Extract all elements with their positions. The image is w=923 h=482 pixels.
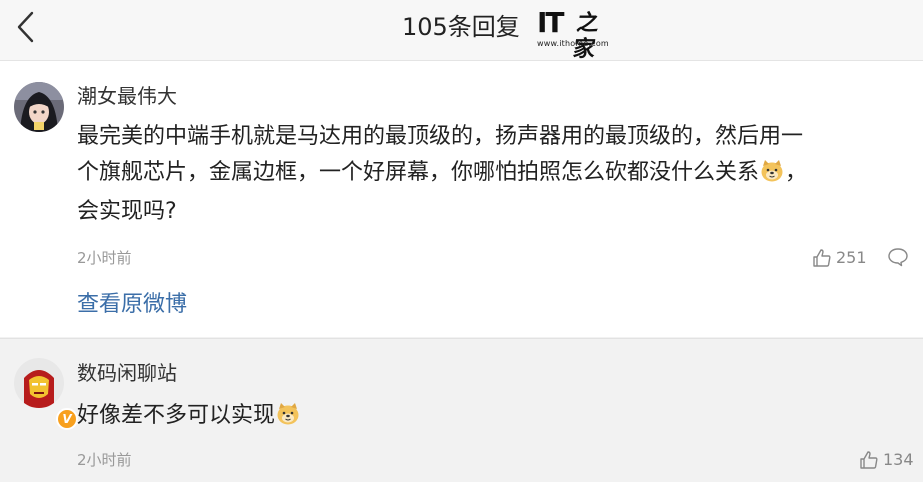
comment-line: 最完美的中端手机就是马达用的最顶级的，扬声器用的最顶级的，然后用一 [77,124,804,149]
doge-emoji-icon [276,401,300,437]
avatar[interactable]: V [14,358,78,430]
comment-line-text: 好像差不多可以实现 [77,403,276,428]
verified-badge-icon: V [56,408,78,430]
logo-text: IT [537,6,564,39]
username[interactable]: 潮女最伟大 [77,83,177,109]
logo-url: www.ithome.com [537,39,609,48]
ithome-logo: IT 之家 www.ithome.com [537,6,609,63]
back-chevron-icon [17,11,34,43]
comment-line: 好像差不多可以实现 [77,398,301,437]
comment-icon [888,248,908,267]
like-icon [860,451,878,469]
back-button[interactable] [12,10,44,44]
like-count: 134 [883,450,914,469]
comment-card: V 数码闲聊站 好像差不多可以实现 2小时前 134 [0,338,923,482]
timestamp: 2小时前 [77,249,132,267]
comment-line: 个旗舰芯片，金属边框，一个好屏幕，你哪怕拍照怎么砍都没什么关系 ， [77,155,807,194]
username[interactable]: 数码闲聊站 [77,360,177,386]
comment-content: 最完美的中端手机就是马达用的最顶级的，扬声器用的最顶级的，然后用一 个旗舰芯片，… [77,119,807,230]
doge-emoji-icon [760,158,784,194]
like-icon [813,249,831,267]
page-title: 105条回复 [402,13,520,41]
logo-chinese: 之家 [571,10,601,62]
comment-card: 潮女最伟大 最完美的中端手机就是马达用的最顶级的，扬声器用的最顶级的，然后用一 … [0,61,923,337]
like-count: 251 [836,248,867,267]
comment-line: 会实现吗? [77,199,177,224]
timestamp: 2小时前 [77,451,132,469]
avatar-image [14,358,64,408]
view-original-weibo-link[interactable]: 查看原微博 [77,291,187,319]
like-button[interactable]: 251 [812,247,867,269]
like-button[interactable]: 134 [859,449,914,471]
avatar[interactable] [14,82,64,132]
comment-line-tail: ， [785,160,808,185]
top-bar: 105条回复 IT 之家 www.ithome.com [0,0,923,63]
comment-line-text: 个旗舰芯片，金属边框，一个好屏幕，你哪怕拍照怎么砍都没什么关系 [77,160,760,185]
reply-button[interactable] [887,247,909,271]
avatar-image [14,82,64,132]
comment-content: 好像差不多可以实现 [77,398,301,437]
